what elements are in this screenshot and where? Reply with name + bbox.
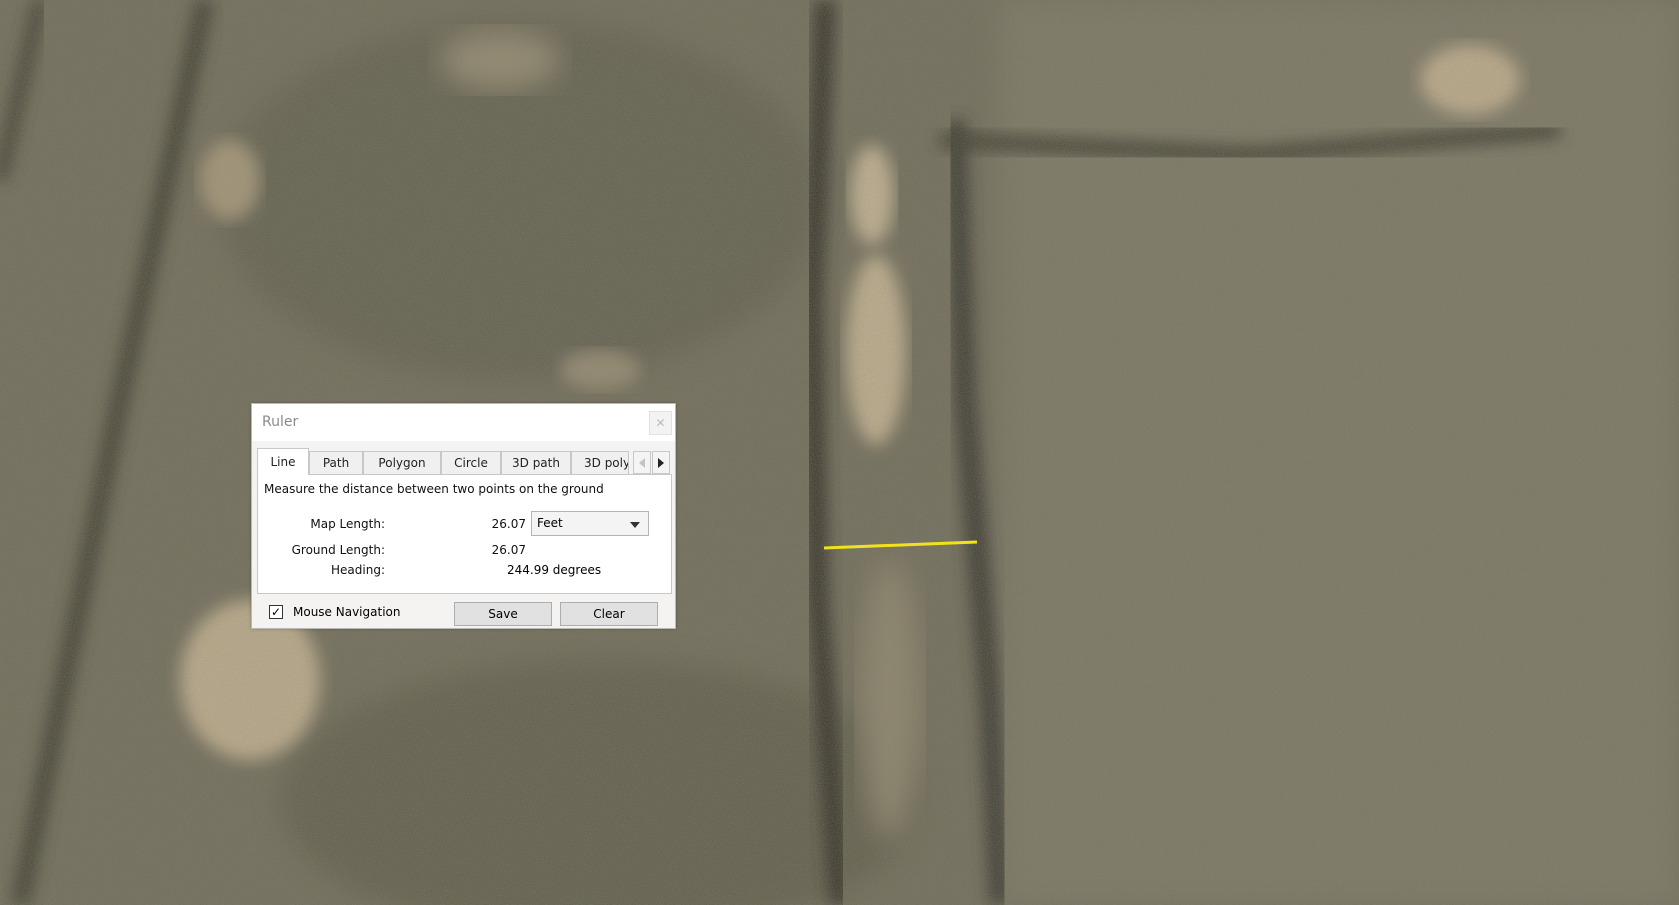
tab-3d-path[interactable]: 3D path — [501, 451, 571, 474]
line-tab-panel: Measure the distance between two points … — [257, 474, 672, 594]
tab-circle[interactable]: Circle — [441, 451, 501, 474]
clear-button[interactable]: Clear — [560, 602, 658, 626]
units-selected: Feet — [537, 516, 563, 530]
tab-3d-polygon[interactable]: 3D poly — [571, 451, 629, 474]
tab-strip: Line Path Polygon Circle 3D path 3D poly — [257, 448, 672, 475]
heading-label: Heading: — [331, 563, 385, 577]
map-length-label: Map Length: — [310, 517, 385, 531]
heading-value: 244.99 degrees — [507, 563, 602, 577]
dialog-footer: ✓ Mouse Navigation Save Clear — [252, 596, 677, 628]
tab-path[interactable]: Path — [309, 451, 363, 474]
tab-line[interactable]: Line — [257, 448, 309, 475]
dialog-title: Ruler — [262, 414, 299, 430]
tab-scroll-right-icon[interactable] — [652, 451, 670, 474]
mouse-navigation-checkbox[interactable]: ✓ — [269, 605, 283, 619]
close-icon[interactable]: ✕ — [649, 411, 672, 435]
ruler-dialog: Ruler ✕ Line Path Polygon Circle 3D path… — [251, 403, 676, 629]
save-button[interactable]: Save — [454, 602, 552, 626]
tab-polygon[interactable]: Polygon — [363, 451, 441, 474]
title-bar[interactable]: Ruler ✕ — [252, 404, 675, 441]
units-dropdown[interactable]: Feet — [531, 511, 649, 536]
ground-length-label: Ground Length: — [291, 543, 385, 557]
measure-line-segment — [823, 540, 978, 550]
chevron-down-icon — [630, 522, 640, 528]
tab-scroll-left-icon[interactable] — [633, 451, 651, 474]
map-length-value: 26.07 — [491, 517, 526, 531]
ground-length-value: 26.07 — [491, 543, 526, 557]
tool-description: Measure the distance between two points … — [264, 482, 604, 496]
mouse-navigation-label[interactable]: Mouse Navigation — [293, 605, 400, 619]
